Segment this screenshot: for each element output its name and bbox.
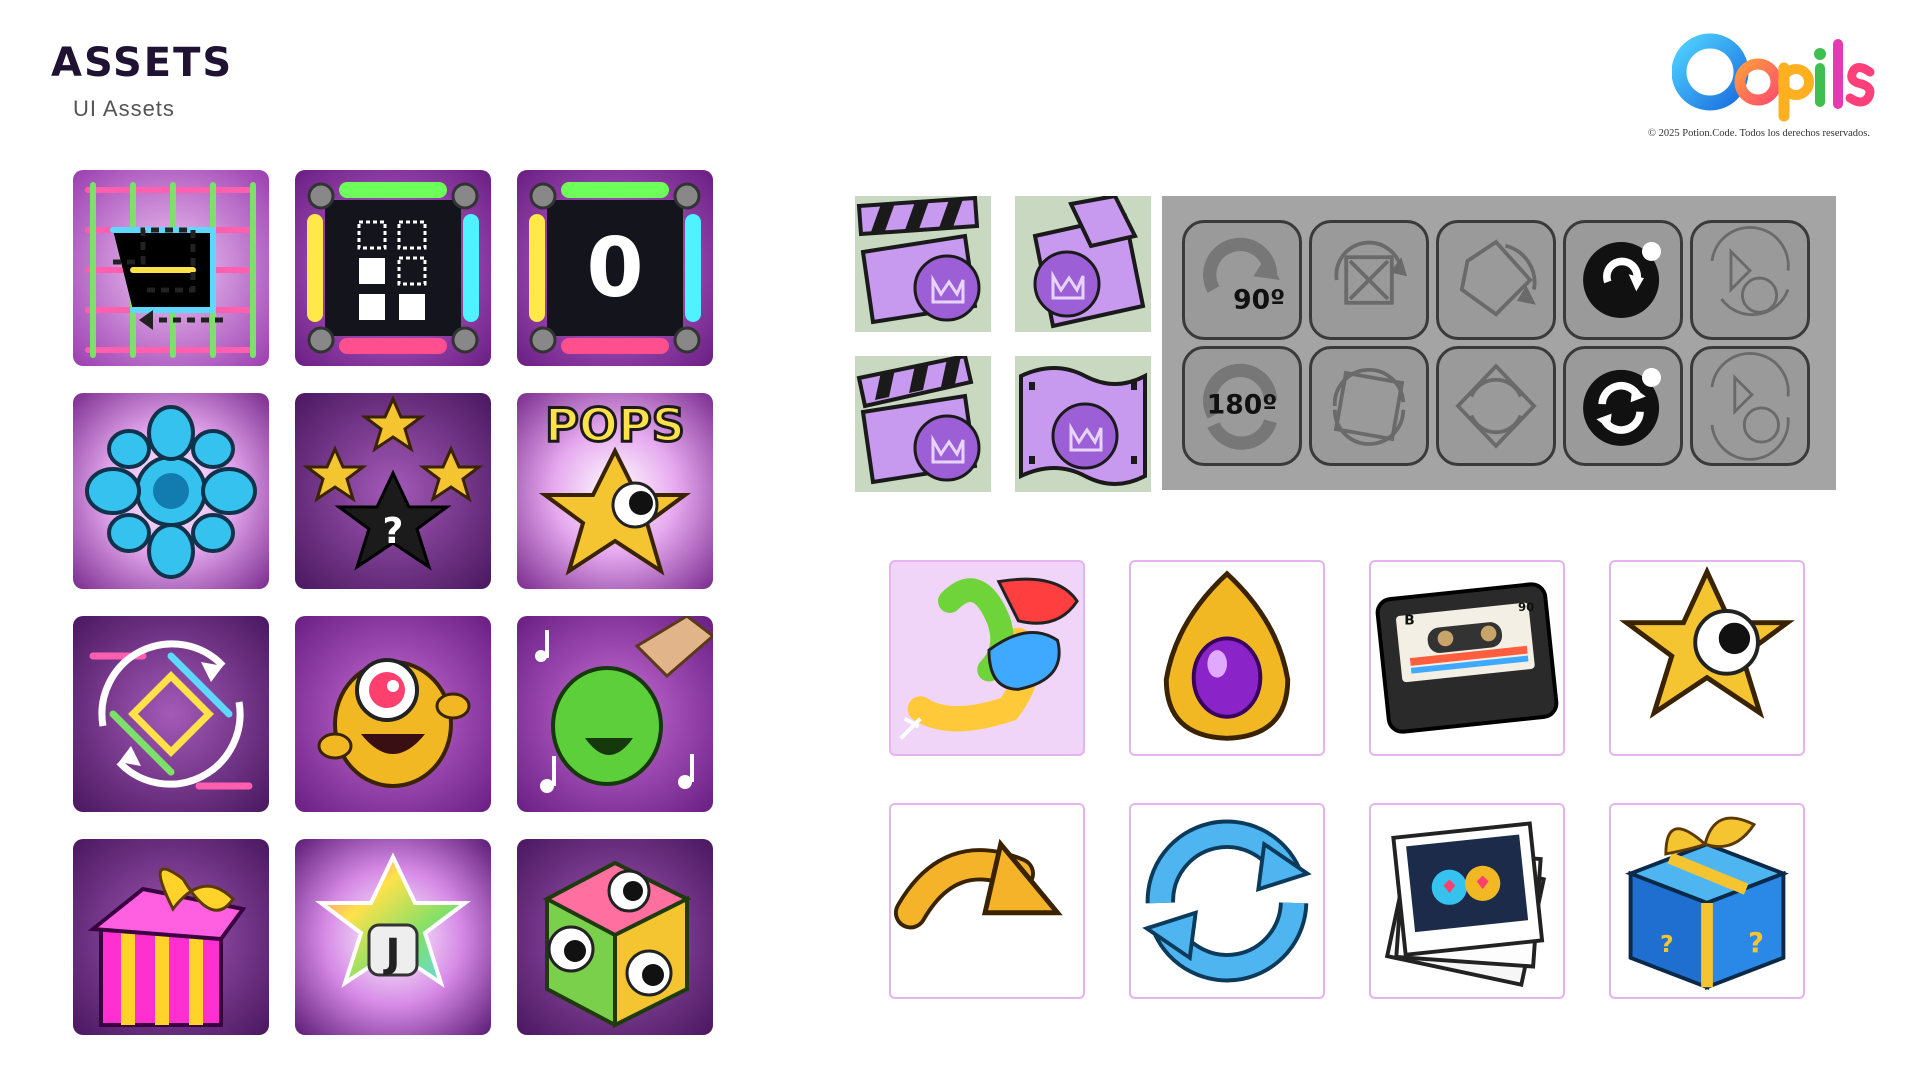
rotate-square-cycle-icon[interactable] <box>1309 346 1429 466</box>
pops-star-icon: POPS <box>517 393 713 589</box>
rotate-90-label: 90º <box>1233 285 1285 316</box>
clapperboard-coin-tilted-icon <box>1015 196 1151 332</box>
rotate-sketch-double-icon[interactable] <box>1690 346 1810 466</box>
rainbow-star-j-icon: J <box>295 839 491 1035</box>
eyed-cube-icon <box>517 839 713 1035</box>
small-grid-icon <box>295 170 491 366</box>
grid-path-icon <box>73 170 269 366</box>
svg-text:?: ? <box>1660 930 1674 958</box>
rotate-diamond-cycle-icon[interactable] <box>1436 346 1556 466</box>
rotation-buttons-panel: 90º 180º <box>1162 196 1836 490</box>
pops-label: POPS <box>545 398 685 452</box>
rotate-180-label: 180º <box>1207 390 1278 421</box>
refresh-cycle-icon <box>1129 803 1325 999</box>
rotate-square-arrows-icon[interactable] <box>1309 220 1429 340</box>
zero-label: 0 <box>586 221 643 316</box>
clapperboard-coin-icon <box>855 196 991 332</box>
cassette-tape-icon: B 90 <box>1369 560 1565 756</box>
mystery-gift-box-icon: ? ? <box>1609 803 1805 999</box>
rainbow-splat-hand-icon <box>889 560 1085 756</box>
curved-arrow-icon <box>889 803 1085 999</box>
gift-box-icon <box>73 839 269 1035</box>
mystery-stars-icon: ? <box>295 393 491 589</box>
rotate-single-arrow-icon[interactable] <box>1563 220 1683 340</box>
rotate-90-icon[interactable]: 90º <box>1182 220 1302 340</box>
svg-text:?: ? <box>1748 928 1764 959</box>
rotate-double-arrow-icon[interactable] <box>1563 346 1683 466</box>
purple-gem-drop-icon <box>1129 560 1325 756</box>
rotate-corner-arrow-icon[interactable] <box>1436 220 1556 340</box>
photo-stack-icon <box>1369 803 1565 999</box>
rotate-grid-icon <box>73 616 269 812</box>
yellow-monster-icon <box>295 616 491 812</box>
copyright-notice: © 2025 Potion.Code. Todos los derechos r… <box>1648 128 1870 139</box>
clapperboard-coin-icon-2 <box>855 356 991 492</box>
water-splash-icon <box>73 393 269 589</box>
question-mark-label: ? <box>383 511 404 552</box>
cassette-side-label: B <box>1404 613 1414 629</box>
page-title: ASSETS <box>51 40 234 86</box>
zero-grid-icon: 0 <box>517 170 713 366</box>
cassette-length-label: 90 <box>1518 600 1534 614</box>
page-subtitle: UI Assets <box>73 96 175 121</box>
eye-star-icon <box>1609 560 1805 756</box>
brand-logo <box>1671 24 1882 124</box>
film-roll-coin-icon <box>1015 356 1151 492</box>
rotate-180-icon[interactable]: 180º <box>1182 346 1302 466</box>
green-monster-music-icon <box>517 616 713 812</box>
j-label: J <box>383 931 401 977</box>
rotate-sketch-icon[interactable] <box>1690 220 1810 340</box>
